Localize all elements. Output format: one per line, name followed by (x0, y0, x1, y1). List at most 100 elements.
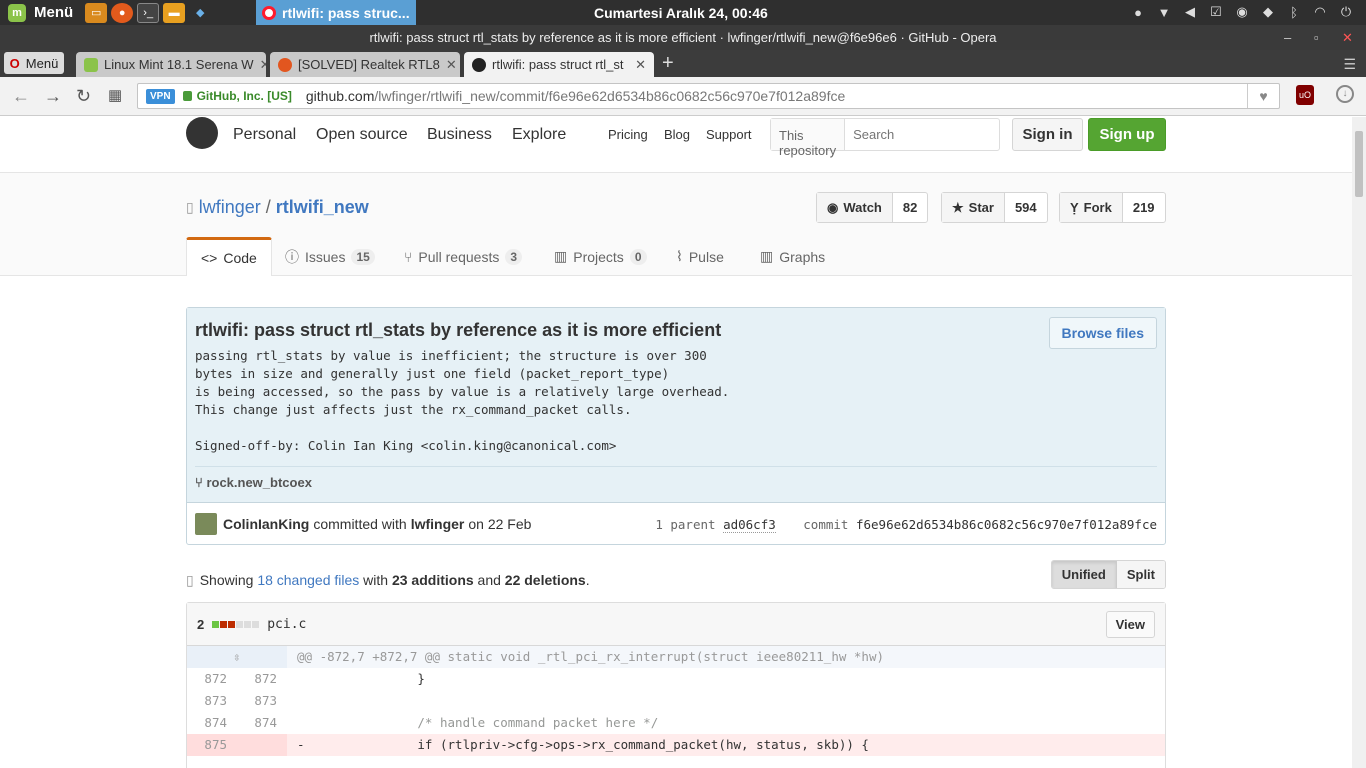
branch-link[interactable]: rock.new_btcoex (206, 475, 312, 490)
nav-support[interactable]: Support (706, 127, 752, 142)
opera-logo-icon: O (9, 55, 20, 71)
fork-count[interactable]: 219 (1123, 193, 1165, 222)
watch-count[interactable]: 82 (893, 193, 927, 222)
tab-github-commit[interactable]: rtlwifi: pass struct rtl_st ✕ (464, 52, 654, 77)
drop-launcher-icon[interactable]: ◆ (189, 3, 211, 23)
new-line-number[interactable]: 872 (237, 668, 287, 690)
tab-projects[interactable]: ▥ Projects 0 (554, 237, 647, 276)
wifi-icon[interactable]: ▼ (1156, 3, 1172, 21)
tab-close-icon[interactable]: ✕ (260, 57, 266, 73)
firefox-launcher-icon[interactable]: ● (111, 2, 134, 23)
tab-code[interactable]: <> Code (186, 237, 272, 276)
old-line-number[interactable]: 872 (187, 668, 237, 690)
reload-icon[interactable]: ↻ (76, 86, 91, 107)
scrollbar-thumb[interactable] (1355, 131, 1363, 197)
tab-pulse[interactable]: ⌇ Pulse (676, 237, 724, 276)
fork-button[interactable]: Ỵ Fork 219 (1059, 192, 1166, 223)
expand-icon[interactable]: ⇳ (187, 646, 287, 668)
star-icon: ★ (952, 199, 964, 215)
nav-business[interactable]: Business (427, 126, 492, 144)
avatar[interactable] (195, 513, 217, 535)
changed-files-link[interactable]: 18 changed files (257, 572, 359, 588)
nav-pricing[interactable]: Pricing (608, 127, 648, 142)
power-icon[interactable]: ⏻ (1338, 3, 1354, 21)
bluetooth-icon[interactable]: ᛒ (1286, 3, 1302, 21)
search-input[interactable] (845, 119, 1038, 150)
steam-icon[interactable]: ◉ (1234, 3, 1250, 21)
page-scrollbar[interactable] (1352, 117, 1366, 768)
tab-label: rtlwifi: pass struct rtl_st (492, 57, 624, 72)
eye-icon: ◉ (827, 199, 839, 215)
forward-icon[interactable]: → (44, 86, 62, 107)
taskbar-opera-window[interactable]: rtlwifi: pass struc... (256, 0, 416, 25)
search-scope-label: This repository (771, 119, 846, 158)
commit-description: passing rtl_stats by value is inefficien… (195, 348, 730, 453)
tab-issues-label: Issues (305, 248, 346, 265)
parent-sha-link[interactable]: ad06cf3 (723, 516, 776, 533)
tab-menu-icon[interactable]: ☰ (1343, 56, 1356, 73)
user-icon[interactable]: ● (1130, 3, 1146, 21)
system-tray: ● ▼ ◀ ☑ ◉ ◆ ᛒ ◠ ⏻ (1130, 3, 1354, 21)
old-line-number[interactable]: 874 (187, 712, 237, 734)
old-line-number[interactable]: 873 (187, 690, 237, 712)
opera-menu-button[interactable]: O Menü (4, 52, 64, 74)
view-file-button[interactable]: View (1105, 610, 1155, 638)
file-name[interactable]: pci.c (267, 617, 306, 632)
back-icon[interactable]: ← (12, 86, 30, 107)
author-link[interactable]: ColinIanKing (223, 516, 309, 532)
vpn-badge[interactable]: VPN (146, 88, 175, 104)
unified-button[interactable]: Unified (1051, 561, 1117, 588)
tab-linux-mint[interactable]: Linux Mint 18.1 Serena W ✕ (76, 52, 266, 77)
nav-open-source[interactable]: Open source (316, 126, 408, 144)
github-logo-icon[interactable] (186, 117, 218, 149)
bookmark-heart-icon[interactable]: ♥ (1247, 84, 1279, 108)
new-line-number[interactable] (237, 734, 287, 756)
committer-link[interactable]: lwfinger (411, 516, 465, 532)
tab-pull-requests[interactable]: ⑂ Pull requests 3 (404, 237, 523, 276)
shield-icon[interactable]: ◆ (1260, 3, 1276, 21)
nav-explore[interactable]: Explore (512, 126, 566, 144)
tab-realtek-solved[interactable]: [SOLVED] Realtek RTL8 ✕ (270, 52, 460, 77)
split-button[interactable]: Split (1116, 561, 1165, 588)
files-launcher-icon[interactable]: ▭ (85, 2, 108, 23)
star-button[interactable]: ★ Star 594 (941, 192, 1048, 223)
maximize-icon[interactable]: ▫ (1314, 25, 1319, 51)
commit-branch: ⑂ rock.new_btcoex (195, 466, 1157, 490)
new-line-number[interactable]: 873 (237, 690, 287, 712)
folder-launcher-icon[interactable]: ▬ (163, 2, 186, 23)
repo-owner-link[interactable]: lwfinger (199, 197, 261, 218)
old-line-number[interactable]: 875 (187, 734, 237, 756)
commit-header: rtlwifi: pass struct rtl_stats by refere… (187, 308, 1165, 503)
url-text[interactable]: github.com/lwfinger/rtlwifi_new/commit/f… (306, 88, 845, 104)
new-line-number[interactable]: 874 (237, 712, 287, 734)
repo-title: ▯ lwfinger / rtlwifi_new (186, 197, 369, 218)
close-window-icon[interactable]: ✕ (1342, 25, 1353, 51)
network-icon[interactable]: ◠ (1312, 3, 1328, 21)
update-check-icon[interactable]: ☑ (1208, 3, 1224, 21)
certificate-label[interactable]: GitHub, Inc. [US] (197, 89, 292, 103)
repo-name-link[interactable]: rtlwifi_new (276, 197, 369, 218)
star-count[interactable]: 594 (1005, 193, 1047, 222)
volume-icon[interactable]: ◀ (1182, 3, 1198, 21)
download-icon[interactable]: ↓ (1336, 85, 1354, 103)
nav-blog[interactable]: Blog (664, 127, 690, 142)
tab-issues[interactable]: ⓘ Issues 15 (285, 237, 375, 276)
tab-close-icon[interactable]: ✕ (446, 57, 457, 73)
ublock-icon[interactable]: uO (1296, 85, 1314, 105)
watch-button[interactable]: ◉ Watch 82 (816, 192, 929, 223)
terminal-launcher-icon[interactable]: ›_ (137, 2, 160, 23)
nav-personal[interactable]: Personal (233, 126, 296, 144)
minimize-icon[interactable]: – (1284, 25, 1291, 51)
new-tab-icon[interactable]: + (662, 53, 674, 73)
mint-menu-button[interactable]: m Menü (0, 0, 81, 25)
tab-graphs[interactable]: ▥ Graphs (760, 237, 825, 276)
speed-dial-icon[interactable]: ▦ (108, 86, 122, 104)
tab-close-icon[interactable]: ✕ (635, 57, 646, 73)
lock-icon[interactable] (182, 91, 192, 101)
sign-in-button[interactable]: Sign in (1012, 118, 1083, 151)
sign-up-button[interactable]: Sign up (1088, 118, 1166, 151)
browse-files-button[interactable]: Browse files (1048, 317, 1157, 349)
window-title: rtlwifi: pass struct rtl_stats by refere… (369, 30, 997, 45)
panel-clock[interactable]: Cumartesi Aralık 24, 00:46 (594, 5, 768, 21)
address-bar[interactable]: VPN GitHub, Inc. [US] github.com/lwfinge… (137, 83, 1280, 109)
